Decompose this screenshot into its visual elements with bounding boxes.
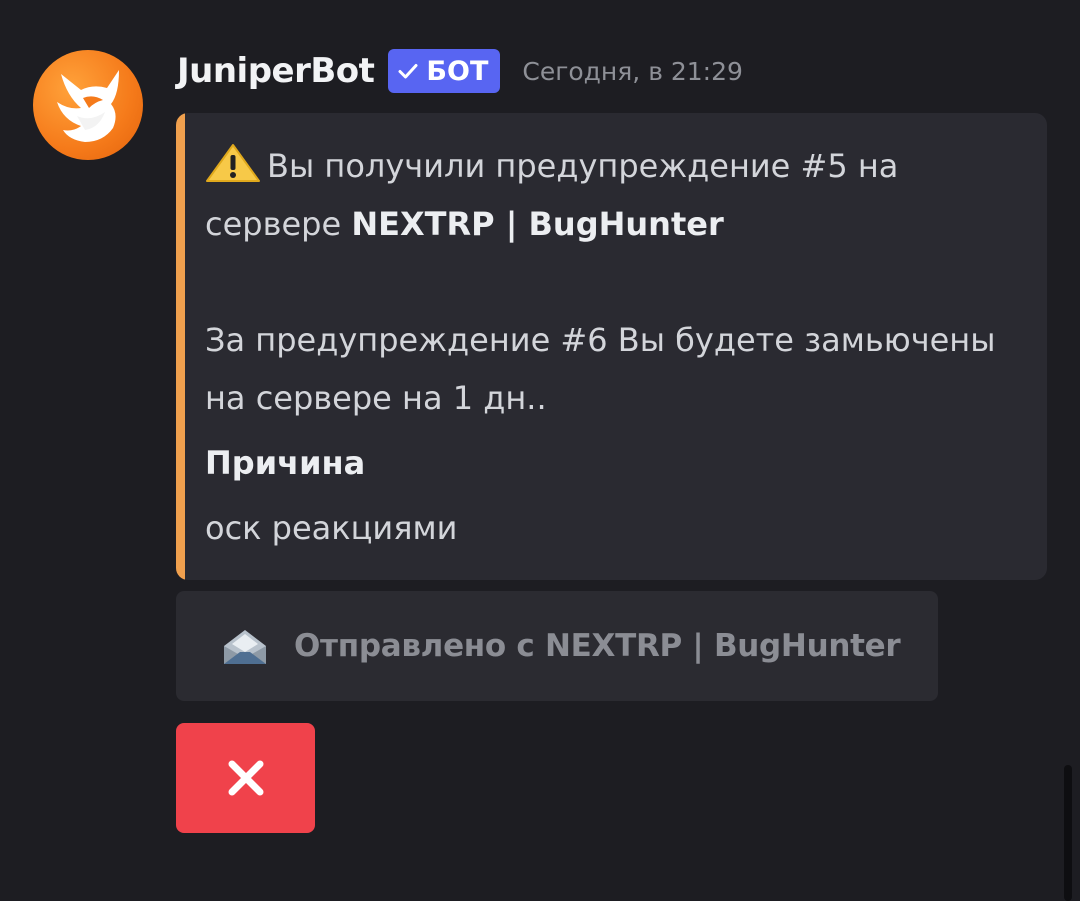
author-avatar[interactable]: [33, 50, 143, 160]
author-name[interactable]: JuniperBot: [177, 51, 375, 91]
close-button[interactable]: [176, 723, 315, 833]
incoming-envelope-icon: [224, 630, 266, 664]
fox-logo-icon: [57, 70, 119, 142]
bot-tag: БОТ: [388, 49, 501, 93]
embed: Вы получили предупреждение #5 на сервере…: [176, 113, 1047, 580]
reason-field-name: Причина: [205, 444, 366, 482]
message-timestamp: Сегодня, в 21:29: [522, 56, 743, 86]
reason-field-value: оск реакциями: [205, 509, 458, 547]
bot-tag-label: БОТ: [426, 55, 489, 87]
verified-check-icon: [398, 64, 418, 79]
scrollbar[interactable]: [1064, 765, 1072, 901]
message: JuniperBot БОТ Сегодня, в 21:29 Вы получ…: [0, 0, 1080, 901]
embed-description: Вы получили предупреждение #5 на сервере…: [205, 137, 1015, 427]
mute-notice: За предупреждение #6 Вы будете замьючены…: [205, 321, 996, 417]
sent-from-button[interactable]: Отправлено с NEXTRP | BugHunter: [176, 591, 938, 701]
close-icon: [228, 760, 263, 796]
embed-accent-bar: [176, 113, 185, 580]
warning-icon: [206, 144, 260, 182]
sent-from-label: Отправлено с NEXTRP | BugHunter: [294, 628, 901, 664]
message-header: JuniperBot БОТ Сегодня, в 21:29: [177, 46, 743, 96]
server-name: NEXTRP | BugHunter: [351, 205, 724, 243]
warning-line: Вы получили предупреждение #5 на сервере…: [205, 137, 1015, 253]
